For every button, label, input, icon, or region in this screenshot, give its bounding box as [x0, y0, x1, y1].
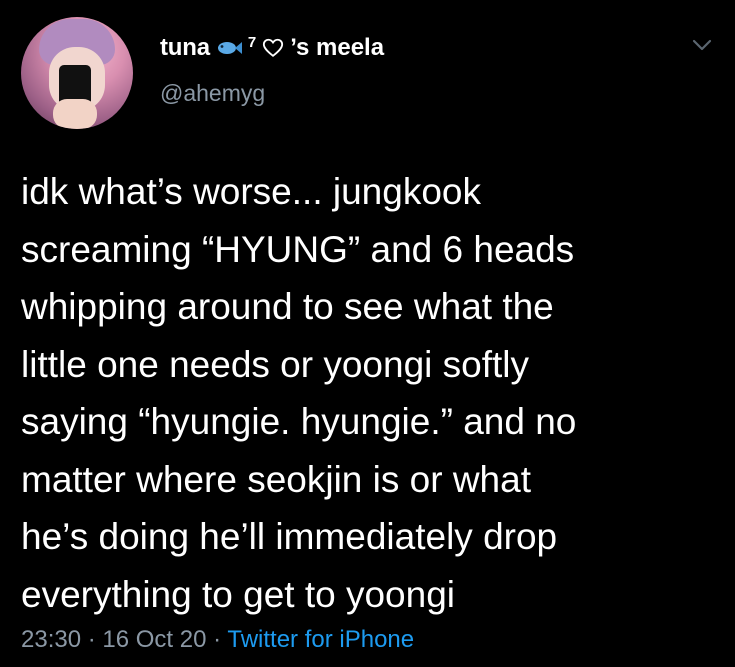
meta-separator: ·	[81, 626, 103, 653]
tweet-text-line: idk what’s worse... jungkook	[21, 171, 481, 212]
tweet-text-line: screaming “HYUNG” and 6 heads	[21, 228, 575, 270]
avatar[interactable]	[21, 17, 133, 129]
fish-icon	[216, 39, 242, 57]
tweet-source-link[interactable]: Twitter for iPhone	[227, 626, 414, 653]
name-superscript: 7	[247, 33, 257, 51]
tweet-card: tuna 7 ’s meela @ahemyg idk what’s worse…	[0, 0, 735, 667]
meta-separator: ·	[206, 626, 228, 653]
tweet-date[interactable]: 16 Oct 20	[102, 626, 206, 653]
author-name-row[interactable]: tuna 7 ’s meela	[160, 33, 384, 63]
heart-outline-icon	[262, 37, 284, 59]
tweet-text: idk what’s worse... jungkook screaming “…	[21, 163, 721, 623]
tweet-text-line: little one needs or yoongi softly	[21, 343, 530, 385]
tweet-time[interactable]: 23:30	[21, 626, 81, 653]
tweet-text-line: everything to get to yoongi	[21, 573, 456, 615]
tweet-text-line: he’s doing he’ll immediately drop	[21, 516, 558, 557]
tweet-text-line: whipping around to see what the	[21, 286, 554, 327]
tweet-text-line: saying “hyungie. hyungie.” and no	[21, 401, 577, 442]
display-name-suffix: ’s meela	[290, 34, 385, 61]
tweet-meta: 23:30 · 16 Oct 20 · Twitter for iPhone	[21, 626, 414, 654]
display-name[interactable]: tuna	[160, 34, 210, 62]
author-handle[interactable]: @ahemyg	[160, 80, 265, 107]
tweet-text-line: matter where seokjin is or what	[21, 458, 531, 500]
avatar-hand	[53, 99, 97, 129]
chevron-down-icon[interactable]	[688, 34, 716, 56]
